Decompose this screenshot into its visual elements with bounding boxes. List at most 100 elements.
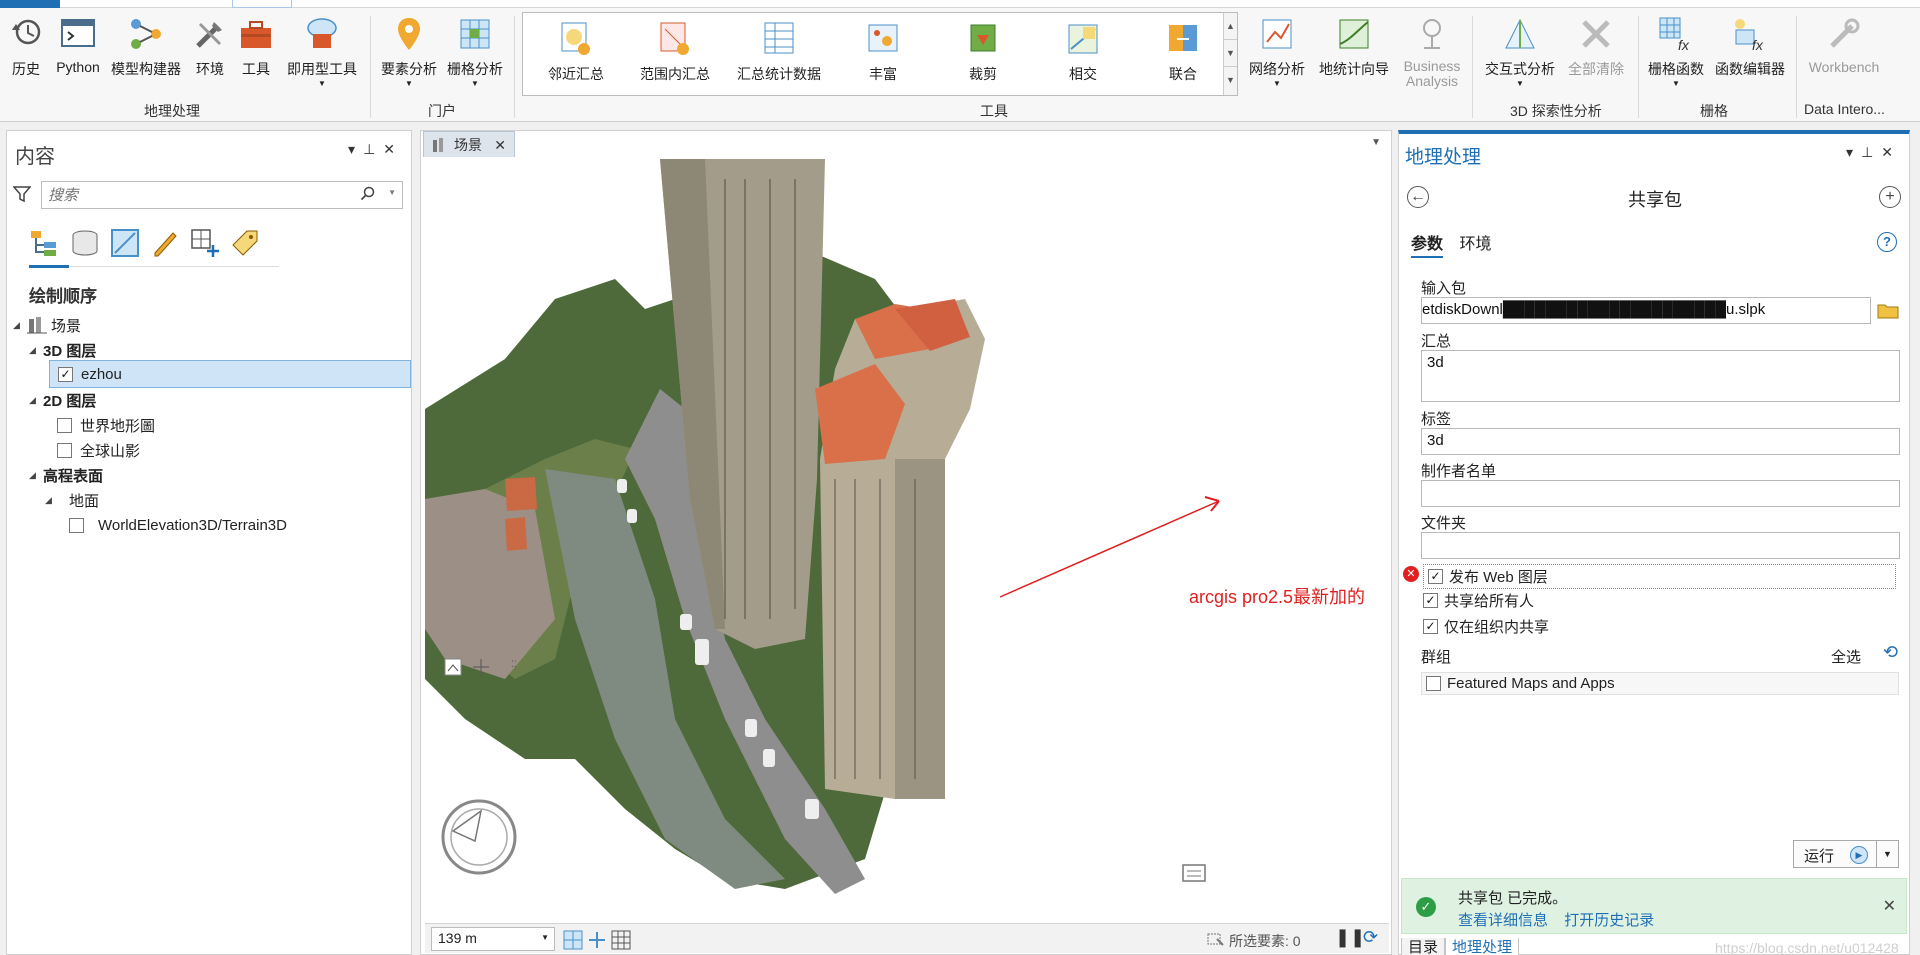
labeling-icon[interactable] [229, 227, 261, 259]
pane-menu-icon[interactable]: ▾ [1846, 144, 1861, 160]
business-analysis-button[interactable]: Business Analysis [1400, 14, 1464, 89]
gallery-up-icon[interactable]: ▲ [1224, 13, 1237, 40]
summary-statistics-button[interactable]: 汇总统计数据 [729, 19, 829, 84]
tree-item-scene[interactable]: ◢ 场景 [13, 311, 81, 339]
tab-geoprocessing[interactable]: 地理处理 [1445, 938, 1520, 955]
enrich-button[interactable]: 丰富 [853, 19, 913, 84]
tree-item-hillshade[interactable]: 全球山影 [57, 436, 140, 464]
network-analysis-button[interactable]: 网络分析 ▼ [1244, 14, 1310, 88]
open-history-link[interactable]: 打开历史记录 [1564, 912, 1654, 929]
input-package-field[interactable]: etdiskDownl█████████████████████u.slpk [1421, 297, 1871, 324]
collapse-icon[interactable]: ◢ [29, 345, 43, 356]
history-button[interactable]: 历史 [6, 14, 46, 79]
summarize-within-button[interactable]: 范围内汇总 [635, 19, 715, 84]
filter-icon[interactable] [13, 185, 31, 203]
checkbox-share-org[interactable]: ✓ [1423, 619, 1438, 634]
checkbox-featured-maps[interactable] [1426, 676, 1441, 691]
close-icon[interactable]: ✕ [383, 141, 403, 157]
tab-analysis[interactable] [232, 0, 292, 8]
folder-field[interactable] [1421, 532, 1900, 559]
tab-parameters[interactable]: 参数 [1411, 236, 1444, 258]
gallery-expand-icon[interactable]: ▼ [1224, 67, 1237, 94]
tab-environments[interactable]: 环境 [1459, 236, 1491, 253]
tree-item-2d-layers[interactable]: ◢ 2D 图层 [29, 386, 96, 414]
ready-to-use-button[interactable]: 即用型工具 ▼ [282, 14, 362, 88]
geostat-wizard-button[interactable]: 地统计向导 [1314, 14, 1394, 79]
share-everyone-row[interactable]: ✓ 共享给所有人 [1423, 590, 1534, 611]
checkbox-topo[interactable] [57, 417, 72, 433]
feature-analysis-button[interactable]: 要素分析 ▼ [378, 14, 440, 88]
raster-analysis-button[interactable]: 栅格分析 ▼ [444, 14, 506, 88]
pin-icon[interactable]: ⊥ [1861, 144, 1881, 160]
run-button[interactable]: 运行 ▶ [1793, 840, 1877, 868]
raster-functions-button[interactable]: fx 栅格函数 ▼ [1644, 14, 1708, 88]
modelbuilder-button[interactable]: 模型构建器 [108, 14, 184, 79]
checkbox-share-everyone[interactable]: ✓ [1423, 593, 1438, 608]
selection-tool-icon[interactable] [1207, 931, 1225, 947]
refresh-icon[interactable]: ⟳ [1363, 927, 1378, 948]
scene-canvas[interactable]: ⁚⁚ arcgis pro2.5最新加的 [425, 159, 1389, 921]
clear-all-button[interactable]: 全部清除 [1562, 14, 1630, 79]
summary-field[interactable]: 3d [1421, 350, 1900, 402]
clip-button[interactable]: 裁剪 [953, 19, 1013, 84]
environments-button[interactable]: 环境 [190, 14, 230, 79]
interactive-analysis-button[interactable]: 交互式分析 ▼ [1480, 14, 1560, 88]
share-org-row[interactable]: ✓ 仅在组织内共享 [1423, 616, 1549, 637]
tab-catalog[interactable]: 目录 [1401, 938, 1446, 955]
checkbox-terrain[interactable] [69, 517, 84, 533]
publish-web-layer-row[interactable]: ✓ 发布 Web 图层 [1423, 564, 1896, 589]
run-dropdown[interactable]: ▼ [1877, 840, 1899, 868]
view-details-link[interactable]: 查看详细信息 [1458, 912, 1548, 929]
gallery-down-icon[interactable]: ▼ [1224, 40, 1237, 67]
dismiss-icon[interactable]: ✕ [1883, 896, 1896, 916]
python-button[interactable]: Python [52, 14, 104, 75]
tree-item-elevation[interactable]: ◢ 高程表面 [29, 461, 103, 489]
gallery-scroll[interactable]: ▲ ▼ ▼ [1223, 13, 1237, 95]
close-icon[interactable]: ✕ [1881, 144, 1901, 160]
editing-icon[interactable] [149, 227, 181, 259]
credits-field[interactable] [1421, 480, 1900, 507]
close-tab-icon[interactable]: ✕ [494, 132, 506, 158]
checkbox-publish-web-layer[interactable]: ✓ [1428, 569, 1443, 584]
group-item-row[interactable]: Featured Maps and Apps [1421, 672, 1899, 695]
snap-icon[interactable] [587, 930, 607, 950]
help-icon[interactable]: ? [1877, 232, 1897, 252]
function-editor-button[interactable]: fx 函数编辑器 [1712, 14, 1788, 79]
contents-search[interactable]: ▼ [41, 181, 403, 209]
scene-view-tab[interactable]: 场景 ✕ [423, 131, 515, 157]
checkbox-ezhou[interactable]: ✓ [58, 366, 73, 382]
select-all-link[interactable]: 全选 [1831, 646, 1861, 667]
pane-menu-icon[interactable]: ▾ [348, 141, 363, 157]
workbench-button[interactable]: Workbench [1804, 14, 1884, 75]
selection-icon[interactable] [109, 227, 141, 259]
table-icon[interactable] [611, 930, 631, 950]
collapse-icon[interactable]: ◢ [29, 395, 43, 406]
search-options-icon[interactable]: ▼ [388, 188, 396, 197]
tree-item-ground[interactable]: ◢ 地面 [45, 486, 99, 514]
pin-icon[interactable]: ⊥ [363, 141, 383, 157]
collapse-icon[interactable]: ◢ [45, 495, 59, 506]
checkbox-hillshade[interactable] [57, 442, 72, 458]
tab-project[interactable] [0, 0, 60, 8]
search-input[interactable] [42, 182, 342, 208]
data-source-icon[interactable] [69, 227, 101, 259]
search-icon[interactable] [360, 186, 376, 202]
collapse-icon[interactable]: ◢ [29, 470, 43, 481]
drawing-order-icon[interactable] [29, 227, 61, 259]
add-icon[interactable]: + [1879, 186, 1901, 208]
toolbox-button[interactable]: 工具 [236, 14, 276, 79]
dropdown-icon[interactable]: ▼ [541, 933, 549, 942]
scale-selector[interactable]: 139 m ▼ [431, 927, 555, 951]
tags-field[interactable]: 3d [1421, 428, 1900, 455]
union-button[interactable]: 联合 [1153, 19, 1213, 84]
pause-icon[interactable]: ❚❚ [1335, 927, 1365, 948]
summarize-nearby-button[interactable]: 邻近汇总 [541, 19, 611, 84]
intersect-button[interactable]: 相交 [1053, 19, 1113, 84]
grid-icon[interactable] [563, 930, 583, 950]
view-menu-icon[interactable]: ▼ [1371, 137, 1381, 148]
tree-item-topo[interactable]: 世界地形圖 [57, 411, 155, 439]
collapse-icon[interactable]: ◢ [13, 320, 27, 331]
snapping-icon[interactable] [189, 227, 221, 259]
folder-browse-icon[interactable] [1877, 302, 1899, 320]
tree-item-ezhou[interactable]: ✓ ezhou [49, 360, 411, 388]
